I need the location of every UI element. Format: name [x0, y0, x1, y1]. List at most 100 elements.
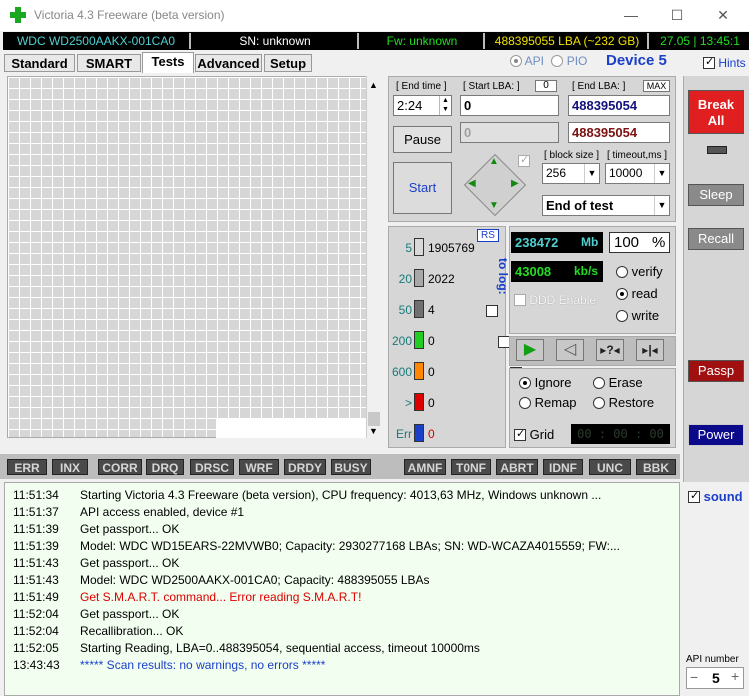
arrow-left-icon[interactable]: ◀ — [468, 178, 476, 189]
log-message: Get passport... OK — [80, 522, 180, 536]
log-time: 11:52:04 — [13, 607, 59, 621]
arrow-up-icon[interactable]: ▲ — [489, 156, 499, 167]
grid-checkbox[interactable] — [514, 427, 526, 441]
api-number-stepper[interactable]: − 5 + — [686, 667, 744, 689]
passp-button[interactable]: Passp — [688, 360, 744, 382]
stat-color-swatch — [414, 393, 424, 411]
remap-option[interactable]: Remap — [519, 395, 577, 410]
ddd-enable-toggle[interactable]: DDD Enable — [514, 293, 596, 307]
drive-capacity: 488395055 LBA (~232 GB) — [487, 33, 649, 49]
tab-advanced[interactable]: Advanced — [195, 54, 262, 72]
erase-radio[interactable] — [593, 377, 605, 389]
read-option[interactable]: read — [616, 286, 658, 301]
block-size-select[interactable]: 256 ▼ — [542, 163, 600, 184]
sleep-button[interactable]: Sleep — [688, 184, 744, 206]
remap-radio[interactable] — [519, 397, 531, 409]
scan-map-scrollbar[interactable]: ▲ ▼ — [366, 76, 381, 438]
tab-tests[interactable]: Tests — [142, 52, 194, 73]
api-radio[interactable] — [510, 55, 522, 67]
error-flag: IDNF — [543, 459, 583, 475]
pio-radio[interactable] — [551, 55, 564, 67]
skip-random-icon[interactable]: ▸?◂ — [596, 339, 624, 361]
end-action-select[interactable]: End of test ▼ — [542, 195, 670, 216]
end-time-value: 2:24 — [397, 98, 423, 113]
sound-toggle[interactable]: sound — [688, 489, 743, 504]
start-button[interactable]: Start — [393, 162, 452, 214]
log-message: Starting Reading, LBA=0..488395054, sequ… — [80, 641, 480, 655]
end-time-label: [ End time ] — [396, 81, 447, 92]
scroll-down-icon[interactable]: ▼ — [369, 426, 378, 436]
ignore-label: Ignore — [534, 375, 572, 390]
scroll-thumb[interactable] — [368, 412, 380, 426]
erase-option[interactable]: Erase — [593, 375, 643, 390]
log-time: 11:51:49 — [13, 590, 59, 604]
restore-label: Restore — [608, 395, 655, 410]
ddd-enable-checkbox[interactable] — [514, 294, 526, 306]
arrow-down-icon[interactable]: ▼ — [489, 200, 499, 211]
stat-log-checkbox[interactable] — [486, 305, 498, 317]
timeout-select[interactable]: 10000 ▼ — [605, 163, 670, 184]
play-icon[interactable]: ▶ — [516, 339, 544, 361]
nav-lock-checkbox[interactable] — [518, 153, 530, 167]
scan-map-grid — [7, 76, 381, 438]
rewind-icon[interactable]: ◁ — [556, 339, 584, 361]
restore-option[interactable]: Restore — [593, 395, 654, 410]
kbs-value: 43008 — [515, 264, 552, 279]
recall-button[interactable]: Recall — [688, 228, 744, 250]
device-label[interactable]: Device 5 — [606, 52, 667, 69]
error-flag: ERR — [7, 459, 47, 475]
log-message: Model: WDC WD2500AAKX-001CA0; Capacity: … — [80, 573, 430, 587]
end-time-input[interactable]: 2:24 ▲ ▼ — [393, 95, 452, 116]
ignore-radio[interactable] — [519, 377, 531, 389]
write-option[interactable]: write — [616, 308, 659, 323]
maximize-button[interactable]: ☐ — [654, 0, 700, 31]
stat-count: 2022 — [428, 272, 455, 286]
tab-standard[interactable]: Standard — [4, 54, 75, 72]
stat-color-swatch — [414, 238, 424, 256]
pause-button[interactable]: Pause — [393, 126, 452, 153]
reset-stats-button[interactable]: RS — [477, 229, 499, 242]
sound-checkbox[interactable] — [688, 489, 700, 503]
chevron-down-icon: ▼ — [654, 196, 669, 215]
close-button[interactable]: ✕ — [700, 0, 746, 31]
minimize-button[interactable]: — — [608, 0, 654, 31]
log-message: API access enabled, device #1 — [80, 505, 245, 519]
decrement-icon[interactable]: − — [690, 669, 698, 685]
stat-threshold: 5 — [405, 241, 412, 255]
stat-color-swatch — [414, 300, 424, 318]
mb-value: 238472 — [515, 235, 559, 250]
chevron-down-icon: ▼ — [584, 164, 599, 183]
tab-smart[interactable]: SMART — [77, 54, 141, 72]
scroll-up-icon[interactable]: ▲ — [369, 80, 378, 90]
verify-option[interactable]: verify — [616, 264, 663, 279]
restore-radio[interactable] — [593, 397, 605, 409]
increment-icon[interactable]: + — [731, 668, 739, 684]
nav-lock-toggle[interactable] — [518, 153, 530, 168]
hints-toggle[interactable]: Hints — [703, 55, 746, 70]
end-time-spinner-icon[interactable]: ▲ ▼ — [439, 96, 451, 115]
current-end-lba-field: 488395054 — [568, 122, 670, 143]
arrow-right-icon[interactable]: ▶ — [511, 178, 519, 189]
verify-radio[interactable] — [616, 266, 628, 278]
log-time: 11:51:39 — [13, 539, 59, 553]
stat-count: 0 — [428, 396, 435, 410]
tab-setup[interactable]: Setup — [264, 54, 312, 72]
ignore-option[interactable]: Ignore — [519, 375, 572, 390]
break-all-button[interactable]: Break All — [688, 90, 744, 134]
log-time: 11:51:39 — [13, 522, 59, 536]
log-message: Model: WDC WD15EARS-22MVWB0; Capacity: 2… — [80, 539, 620, 553]
hints-checkbox[interactable] — [703, 55, 715, 69]
power-button[interactable]: Power — [688, 424, 744, 446]
end-skip-icon[interactable]: ▸|◂ — [636, 339, 664, 361]
log-time: 11:51:37 — [13, 505, 59, 519]
start-lba-input[interactable]: 0 — [460, 95, 559, 116]
log-message: Get passport... OK — [80, 556, 180, 570]
read-radio[interactable] — [616, 288, 628, 300]
end-lba-input[interactable]: 488395054 — [568, 95, 670, 116]
grid-toggle[interactable]: Grid — [514, 427, 554, 442]
max-lba-button[interactable]: MAX — [643, 80, 670, 92]
stat-color-swatch — [414, 269, 424, 287]
write-radio[interactable] — [616, 310, 628, 322]
start-lba-reset-button[interactable]: 0 — [535, 80, 557, 92]
hints-label: Hints — [718, 56, 746, 70]
